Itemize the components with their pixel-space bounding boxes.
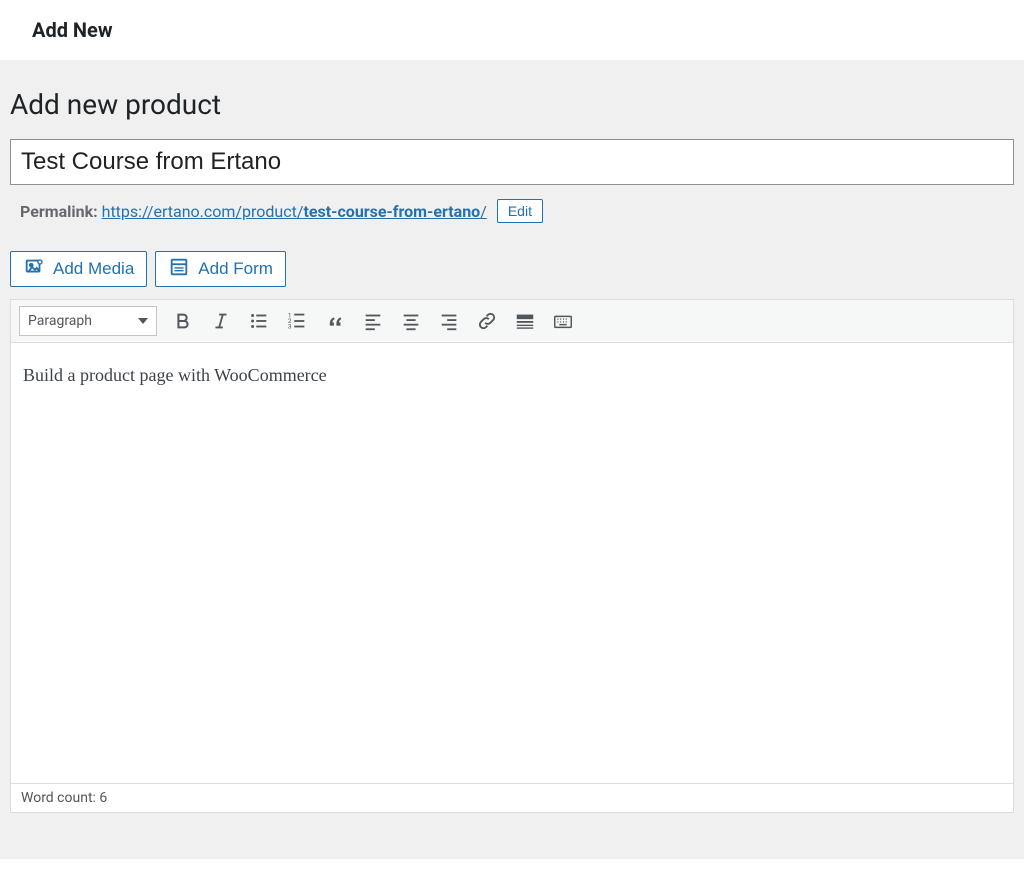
permalink-link[interactable]: https://ertano.com/product/test-course-f… — [102, 202, 487, 221]
bullet-list-button[interactable] — [247, 309, 271, 333]
svg-text:3: 3 — [288, 322, 292, 330]
page-heading: Add new product — [10, 74, 1014, 139]
chevron-down-icon — [138, 318, 148, 324]
insert-more-button[interactable] — [513, 309, 537, 333]
italic-button[interactable] — [209, 309, 233, 333]
add-media-label: Add Media — [53, 259, 134, 279]
permalink-url-prefix: https://ertano.com/product/ — [102, 202, 304, 221]
add-form-button[interactable]: Add Form — [155, 251, 286, 287]
format-select-label: Paragraph — [28, 313, 92, 329]
permalink-edit-button[interactable]: Edit — [497, 199, 543, 223]
format-select[interactable]: Paragraph — [19, 306, 157, 336]
permalink-url-suffix: / — [480, 202, 487, 221]
align-center-button[interactable] — [399, 309, 423, 333]
bold-button[interactable] — [171, 309, 195, 333]
product-title-input[interactable] — [10, 139, 1014, 185]
form-icon — [168, 256, 190, 283]
top-bar-title: Add New — [32, 18, 992, 42]
word-count-label: Word count: 6 — [21, 790, 107, 806]
quote-button[interactable] — [323, 309, 347, 333]
top-bar: Add New — [0, 0, 1024, 60]
permalink-slug: test-course-from-ertano — [303, 202, 480, 221]
link-button[interactable] — [475, 309, 499, 333]
add-media-button[interactable]: Add Media — [10, 251, 147, 287]
add-form-label: Add Form — [198, 259, 273, 279]
numbered-list-button[interactable]: 123 — [285, 309, 309, 333]
keyboard-button[interactable] — [551, 309, 575, 333]
align-left-button[interactable] — [361, 309, 385, 333]
editor-toolbar: Paragraph 123 — [11, 300, 1013, 343]
align-right-button[interactable] — [437, 309, 461, 333]
editor-status-bar: Word count: 6 — [11, 783, 1013, 812]
editor-content[interactable]: Build a product page with WooCommerce — [11, 343, 1013, 783]
media-icon — [23, 256, 45, 283]
page-body: Add new product Permalink: https://ertan… — [0, 60, 1024, 859]
permalink-label: Permalink: — [20, 202, 98, 221]
editor-wrap: Paragraph 123 — [10, 299, 1014, 813]
permalink-row: Permalink: https://ertano.com/product/te… — [10, 185, 1014, 233]
media-buttons-row: Add Media Add Form — [10, 233, 1014, 299]
